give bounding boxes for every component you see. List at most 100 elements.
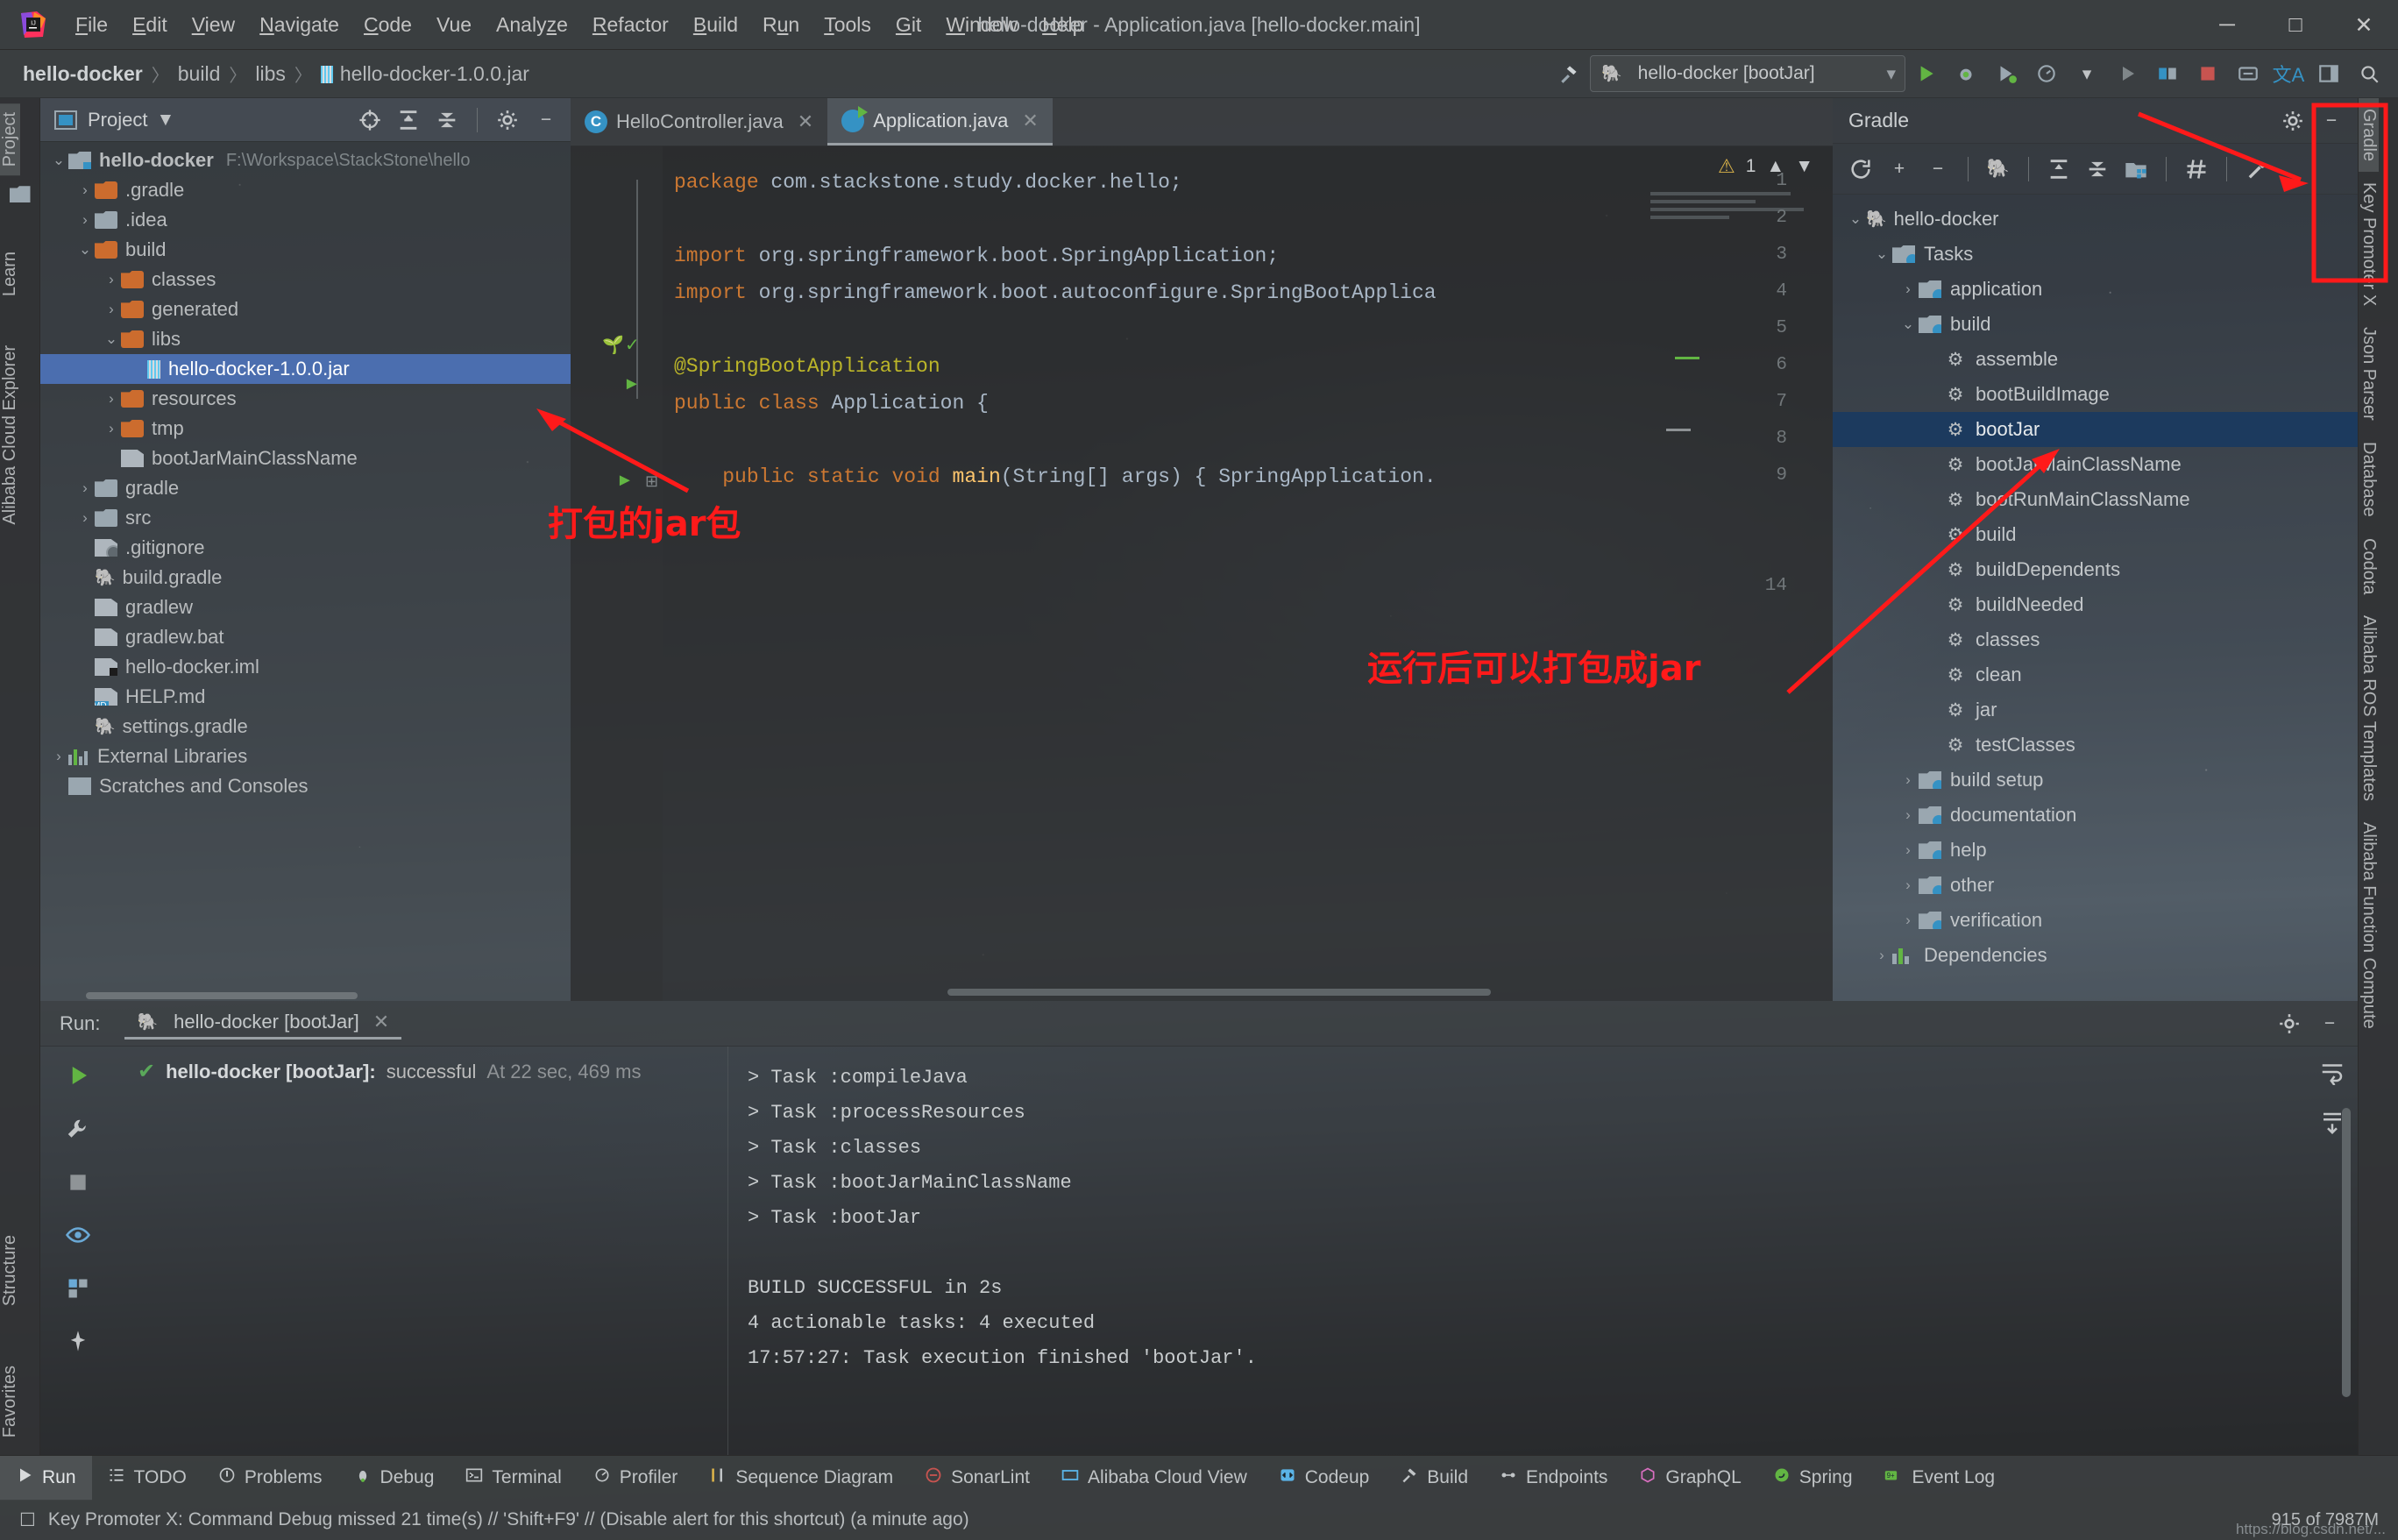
search-icon[interactable]: [2349, 54, 2389, 93]
gradle-tree-row[interactable]: ›application: [1833, 272, 2358, 307]
gradle-tree-row[interactable]: ›Dependencies: [1833, 938, 2358, 973]
console-scrollbar[interactable]: [2342, 1108, 2351, 1397]
project-tree-row[interactable]: ›classes: [40, 265, 571, 295]
spring-bean-icon-2[interactable]: ✓: [625, 334, 640, 356]
tree-expand-arrow[interactable]: ›: [1898, 841, 1919, 859]
close-icon[interactable]: ✕: [1022, 110, 1038, 132]
editor-tab-hellocontroller[interactable]: CHelloController.java✕: [571, 98, 827, 145]
gradle-tree-row[interactable]: ›help: [1833, 833, 2358, 868]
right-tab-key-promoter-x[interactable]: Key Promoter X: [2359, 172, 2379, 316]
tree-expand-arrow[interactable]: ›: [1898, 806, 1919, 824]
gradle-tree-row[interactable]: ⚙build: [1833, 517, 2358, 552]
expand-all-icon[interactable]: [391, 103, 426, 138]
gradle-tree-row[interactable]: ›other: [1833, 868, 2358, 903]
tree-expand-arrow[interactable]: ›: [1898, 280, 1919, 298]
gutter-run-icon[interactable]: ►: [623, 374, 641, 394]
grid-icon[interactable]: [66, 1276, 90, 1306]
gradle-tree-row[interactable]: ⚙classes: [1833, 622, 2358, 657]
tree-expand-arrow[interactable]: ⌄: [1871, 245, 1892, 263]
project-structure-icon[interactable]: [2118, 152, 2153, 187]
run-tab[interactable]: 🐘 hello-docker [bootJar] ✕: [124, 1007, 401, 1040]
console-output[interactable]: > Task :compileJava> Task :processResour…: [728, 1047, 2358, 1455]
tree-expand-arrow[interactable]: ⌄: [102, 330, 121, 348]
project-tree-row[interactable]: ›resources: [40, 384, 571, 414]
run-icon[interactable]: [1905, 54, 1946, 93]
remove-icon[interactable]: −: [1920, 152, 1955, 187]
settings-gear-icon[interactable]: [490, 103, 525, 138]
gradle-tree-row[interactable]: ⚙bootJar: [1833, 412, 2358, 447]
next-problem-icon[interactable]: ▼: [1795, 156, 1813, 177]
wrap-icon[interactable]: [2319, 1059, 2345, 1090]
bottom-tab-sonarlint[interactable]: SonarLint: [909, 1456, 1046, 1501]
project-horizontal-scrollbar[interactable]: [81, 990, 571, 1001]
breadcrumb-item-0[interactable]: hello-docker: [19, 62, 146, 86]
tree-expand-arrow[interactable]: ›: [102, 301, 121, 318]
bottom-tab-run[interactable]: Run: [0, 1456, 92, 1501]
inspection-widget[interactable]: ⚠ 1 ▲ ▼: [1718, 155, 1813, 178]
project-tree-row[interactable]: hello-docker-1.0.0.jar: [40, 354, 571, 384]
gradle-tree-row[interactable]: ⚙assemble: [1833, 342, 2358, 377]
wrench-icon[interactable]: [65, 1117, 91, 1148]
tree-expand-arrow[interactable]: ⌄: [75, 241, 95, 259]
bottom-tab-sequence-diagram[interactable]: Sequence Diagram: [693, 1456, 909, 1501]
gradle-tree-row[interactable]: ⌄Tasks: [1833, 237, 2358, 272]
tree-expand-arrow[interactable]: ›: [1871, 947, 1892, 964]
sidebar-item-project[interactable]: Project: [0, 103, 20, 175]
gradle-tree-row[interactable]: ⌄build: [1833, 307, 2358, 342]
stop-icon[interactable]: [67, 1171, 89, 1199]
sidebar-item-favorites[interactable]: Favorites: [0, 1357, 20, 1446]
project-tree-row[interactable]: ⌄build: [40, 235, 571, 265]
project-tree-row[interactable]: bootJarMainClassName: [40, 444, 571, 473]
debug-icon[interactable]: [1946, 54, 1986, 93]
menu-item-git[interactable]: Git: [883, 10, 933, 40]
attach-icon[interactable]: [2147, 54, 2188, 93]
project-tree-row[interactable]: ›.idea: [40, 205, 571, 235]
menu-item-navigate[interactable]: Navigate: [247, 10, 351, 40]
project-tree-row[interactable]: ⌄hello-dockerF:\Workspace\StackStone\hel…: [40, 145, 571, 175]
project-tree-row[interactable]: ⌄libs: [40, 324, 571, 354]
project-tree-row[interactable]: Scratches and Consoles: [40, 771, 571, 801]
bottom-tab-profiler[interactable]: Profiler: [578, 1456, 694, 1501]
gradle-tree-row[interactable]: ⌄🐘hello-docker: [1833, 202, 2358, 237]
tree-expand-arrow[interactable]: ›: [75, 479, 95, 497]
tree-expand-arrow[interactable]: ⌄: [49, 152, 68, 169]
collapse-all-icon[interactable]: [2080, 152, 2115, 187]
tree-expand-arrow[interactable]: ›: [1898, 876, 1919, 894]
gradle-elephant-icon[interactable]: 🐘: [1981, 152, 2016, 187]
eye-icon[interactable]: [65, 1222, 91, 1253]
right-tab-gradle[interactable]: Gradle: [2359, 98, 2379, 172]
gradle-tree-row[interactable]: ›build setup: [1833, 763, 2358, 798]
play-grey-icon[interactable]: [2107, 54, 2147, 93]
sidebar-item-structure[interactable]: Structure: [0, 1226, 20, 1315]
menu-item-view[interactable]: View: [180, 10, 247, 40]
bottom-tab-endpoints[interactable]: Endpoints: [1484, 1456, 1623, 1501]
hammer-icon[interactable]: [1550, 54, 1590, 93]
bottom-tab-problems[interactable]: Problems: [202, 1456, 338, 1501]
tree-expand-arrow[interactable]: ›: [1898, 912, 1919, 929]
translate-icon[interactable]: 文A: [2268, 54, 2309, 93]
stop-icon[interactable]: [2188, 54, 2228, 93]
project-tree-row[interactable]: 🐘settings.gradle: [40, 712, 571, 742]
maximize-button[interactable]: □: [2261, 0, 2330, 50]
refresh-icon[interactable]: [1843, 152, 1878, 187]
bottom-tab-graphql[interactable]: GraphQL: [1623, 1456, 1756, 1501]
gradle-tree-row[interactable]: ⚙testClasses: [1833, 727, 2358, 763]
bottom-tab-build[interactable]: Build: [1385, 1456, 1484, 1501]
layout-icon[interactable]: [2309, 54, 2349, 93]
project-tree-row[interactable]: ›External Libraries: [40, 742, 571, 771]
sidebar-item-learn[interactable]: Learn: [0, 243, 20, 305]
tree-expand-arrow[interactable]: ⌄: [1845, 210, 1866, 228]
bottom-tab-spring[interactable]: Spring: [1757, 1456, 1869, 1501]
locate-icon[interactable]: [352, 103, 387, 138]
tree-expand-arrow[interactable]: ›: [49, 748, 68, 765]
spring-bean-icon[interactable]: 🌱: [602, 334, 624, 356]
breadcrumb-item-1[interactable]: build: [174, 62, 224, 86]
gradle-tree-row[interactable]: ⚙clean: [1833, 657, 2358, 692]
project-tree-row[interactable]: ›gradle: [40, 473, 571, 503]
close-button[interactable]: ✕: [2330, 0, 2398, 50]
bottom-tab-todo[interactable]: TODO: [92, 1456, 202, 1501]
chevron-down-icon[interactable]: ▼: [156, 110, 174, 131]
bottom-tab-terminal[interactable]: Terminal: [450, 1456, 577, 1501]
menu-item-file[interactable]: File: [63, 10, 120, 40]
gradle-tree-row[interactable]: ⚙bootJarMainClassName: [1833, 447, 2358, 482]
